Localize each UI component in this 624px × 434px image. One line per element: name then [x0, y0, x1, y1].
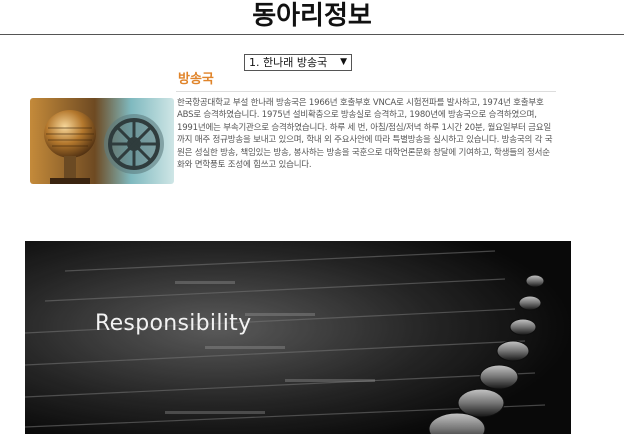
title-divider	[0, 34, 624, 35]
mixing-console-image	[25, 241, 571, 434]
club-name-heading: 방송국	[178, 72, 214, 87]
banner-title: Responsibility	[95, 311, 252, 336]
club-select-value: 1. 한나래 방송국	[249, 56, 328, 69]
chevron-down-icon: ▼	[340, 57, 347, 67]
club-description: 한국항공대학교 부설 한나래 방송국은 1966년 호출부호 VNCA로 시험전…	[177, 98, 553, 171]
responsibility-banner: Responsibility	[25, 241, 571, 434]
page-title: 동아리정보	[252, 1, 372, 31]
club-name-divider	[176, 91, 556, 92]
club-thumbnail-image	[30, 98, 174, 184]
club-select-dropdown[interactable]: 1. 한나래 방송국 ▼	[244, 54, 352, 71]
